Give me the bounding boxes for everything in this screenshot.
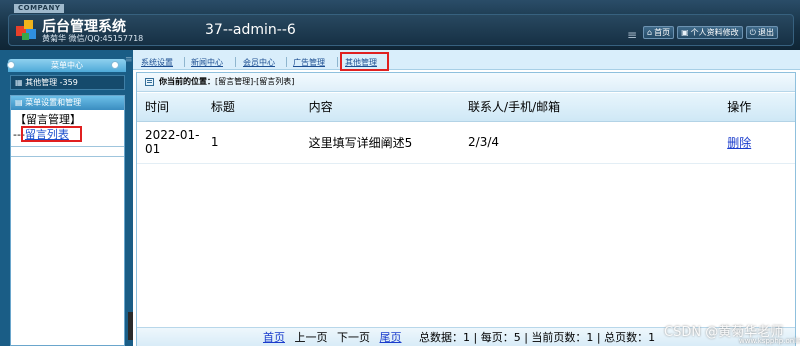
watermark-url: www.kspphp.online	[739, 337, 800, 345]
main-content: 你当前的位置：[留言管理]-[留言列表] 时间 标题 内容 联系人/手机/邮箱 …	[136, 72, 796, 346]
sidebar-group-title: 【留言管理】	[15, 113, 81, 126]
app-subtitle: 黄菊华 微信/QQ:45157718	[42, 34, 144, 43]
nav-divider	[235, 57, 236, 67]
table-header-row: 时间 标题 内容 联系人/手机/邮箱 操作	[137, 93, 795, 122]
breadcrumb: 你当前的位置：[留言管理]-[留言列表]	[137, 73, 795, 92]
tab-news-center[interactable]: 新闻中心	[191, 57, 223, 68]
nav-divider	[337, 57, 338, 67]
nav-divider	[286, 57, 287, 67]
tab-knob-left	[7, 61, 15, 69]
prev-page-text: 上一页	[294, 331, 328, 344]
window-icon	[145, 78, 154, 86]
column-header-action: 操作	[719, 93, 795, 122]
pagination-stats: 总数据：1 | 每页：5 | 当前页数：1 | 总页数：1	[419, 331, 656, 344]
tab-member-center[interactable]: 会员中心	[243, 57, 275, 68]
column-header-contact: 联系人/手机/邮箱	[460, 93, 720, 122]
cell-action: 删除	[719, 121, 795, 164]
sidebar-panel-title-text: 菜单设置和管理	[25, 98, 82, 107]
admin-info: 37--admin--6	[205, 22, 296, 38]
last-page-link[interactable]: 尾页	[380, 331, 402, 344]
logout-button[interactable]: ⏻ 退出	[745, 26, 778, 39]
sidebar-section-other-mgmt[interactable]: ▦ 其他管理 -359	[10, 75, 125, 90]
home-button-label: 首页	[654, 28, 671, 37]
left-sidebar: 菜单中心 ▦ 其他管理 -359 ▤ 菜单设置和管理 【留言管理】 ---留言列…	[0, 50, 133, 346]
cell-contact: 2/3/4	[460, 121, 720, 164]
home-icon: ⌂	[647, 28, 653, 37]
other-mgmt-label: 其他管理 -359	[25, 78, 78, 87]
top-header: COMPANY 后台管理系统 黄菊华 微信/QQ:45157718 37--ad…	[0, 0, 800, 50]
sidebar-panel-title: ▤ 菜单设置和管理	[11, 96, 124, 110]
highlight-box	[21, 126, 82, 142]
first-page-link[interactable]: 首页	[263, 331, 285, 344]
nav-bar	[133, 50, 800, 70]
panel-icon: ▤	[15, 98, 23, 107]
profile-button[interactable]: ▣ 个人资料修改	[677, 26, 743, 39]
menu-center-bar: 菜单中心	[8, 59, 126, 72]
tab-ad-management[interactable]: 广告管理	[293, 57, 325, 68]
cell-time-line1: 2022-01-	[145, 128, 200, 142]
home-button[interactable]: ⌂ 首页	[643, 26, 675, 39]
grid-icon: ▦	[15, 78, 23, 87]
header-buttons: ⌂ 首页 ▣ 个人资料修改 ⏻ 退出	[643, 26, 778, 39]
delete-link[interactable]: 删除	[727, 136, 751, 150]
nav-divider	[184, 57, 185, 67]
logout-button-label: 退出	[757, 28, 774, 37]
cell-content: 这里填写详细阐述5	[300, 121, 461, 164]
cell-time: 2022-01- 01	[137, 121, 203, 164]
cell-title: 1	[202, 121, 301, 164]
logo-icon	[16, 20, 36, 40]
breadcrumb-label: 你当前的位置：	[159, 77, 215, 86]
profile-button-label: 个人资料修改	[690, 28, 739, 37]
user-icon: ▣	[681, 28, 689, 37]
divider	[11, 146, 124, 147]
cell-time-line2: 01	[145, 142, 161, 156]
table-row: 2022-01- 01 1 这里填写详细阐述5 2/3/4 删除	[137, 121, 795, 164]
menu-center-label: 菜单中心	[51, 61, 83, 70]
column-header-time: 时间	[137, 93, 203, 122]
company-badge: COMPANY	[14, 4, 65, 13]
tab-system-settings[interactable]: 系统设置	[141, 57, 173, 68]
sidebar-collapse-handle[interactable]	[128, 312, 133, 340]
breadcrumb-path: [留言管理]-[留言列表]	[215, 77, 295, 86]
tab-knob-right	[111, 61, 119, 69]
column-header-content: 内容	[300, 93, 461, 122]
message-table: 时间 标题 内容 联系人/手机/邮箱 操作 2022-01- 01 1 这里填写…	[137, 93, 795, 164]
menu-icon: ≡	[627, 28, 638, 42]
nav-menu-icon: ≡	[125, 55, 133, 65]
power-icon: ⏻	[749, 28, 756, 37]
divider	[11, 156, 124, 157]
next-page-text: 下一页	[337, 331, 370, 344]
highlight-box	[340, 52, 389, 71]
column-header-title: 标题	[202, 93, 301, 122]
